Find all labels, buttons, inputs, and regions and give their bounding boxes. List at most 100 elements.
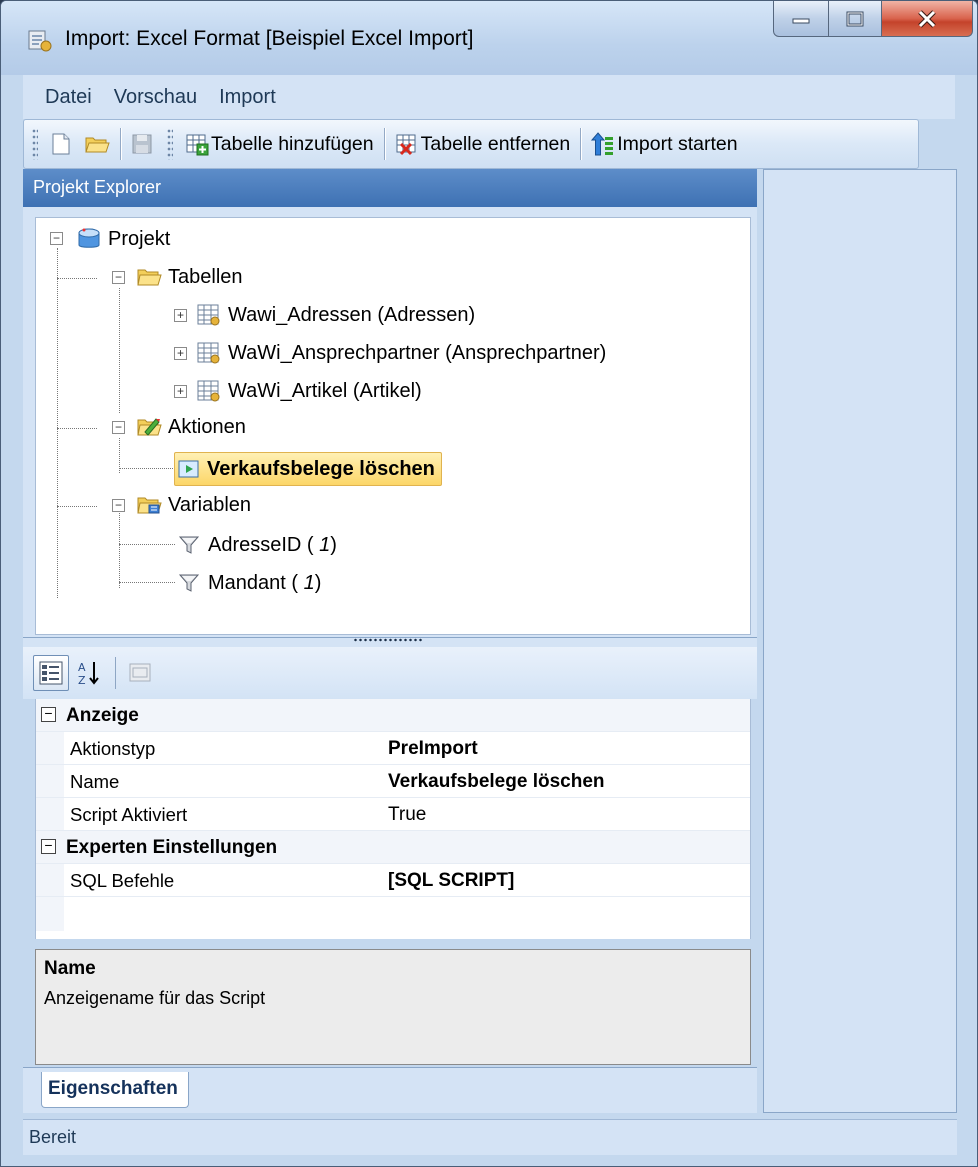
tree-label-table: WaWi_Artikel (Artikel) <box>228 379 422 402</box>
open-folder-icon <box>85 137 110 153</box>
start-import-label: Import starten <box>617 132 738 155</box>
tree-node-projekt[interactable]: Projekt <box>76 222 170 256</box>
toolbar-grip[interactable] <box>32 128 38 160</box>
import-window: Import: Excel Format [Beispiel Excel Imp… <box>0 0 978 1167</box>
expand-toggle-tabellen[interactable]: − <box>112 271 125 284</box>
import-app-icon <box>28 30 52 52</box>
variables-folder-icon <box>137 497 162 514</box>
tree-label-table: WaWi_Ansprechpartner (Ansprechpartner) <box>228 341 607 364</box>
table-icon <box>197 304 220 326</box>
property-description: Name Anzeigename für das Script <box>35 949 751 1065</box>
description-text: Anzeigename für das Script <box>44 988 266 1008</box>
expand-toggle-table[interactable]: + <box>174 347 187 360</box>
property-grid-toolbar: AZ <box>23 647 757 699</box>
tree-node-variable[interactable]: AdresseID ( 1 ) <box>178 528 337 562</box>
folder-icon <box>137 269 162 286</box>
collapse-toggle[interactable]: − <box>41 838 56 854</box>
property-value: Verkaufsbelege löschen <box>388 771 605 792</box>
tree-label-aktionen: Aktionen <box>168 415 246 438</box>
panel-tabstrip: Eigenschaften <box>23 1067 757 1113</box>
expand-toggle-variablen[interactable]: − <box>112 499 125 512</box>
property-grid: − Anzeige Aktionstyp PreImport Name Verk… <box>35 699 751 939</box>
close-button[interactable] <box>881 1 973 37</box>
maximize-button[interactable] <box>828 1 882 37</box>
menu-import[interactable]: Import <box>219 86 276 109</box>
open-button[interactable] <box>78 125 116 163</box>
tree-label-variable-value: 1 <box>303 571 315 594</box>
alphabetical-sort-button[interactable]: AZ <box>71 655 107 691</box>
database-icon <box>78 228 100 248</box>
tree-line <box>57 248 58 598</box>
tree-label-variable-name: Mandant <box>208 571 286 594</box>
tab-eigenschaften[interactable]: Eigenschaften <box>41 1072 189 1108</box>
tree-label-tabellen: Tabellen <box>168 265 243 288</box>
new-button[interactable] <box>44 125 78 163</box>
start-import-button[interactable]: Import starten <box>585 125 743 163</box>
status-bar: Bereit <box>23 1119 957 1155</box>
tree-label-variable-open: ( <box>301 533 320 556</box>
category-anzeige[interactable]: − Anzeige <box>36 699 750 732</box>
tree-line <box>119 288 120 413</box>
tree-label-variablen: Variablen <box>168 493 252 516</box>
tree-node-table[interactable]: WaWi_Artikel (Artikel) <box>196 374 422 408</box>
property-value: True <box>388 804 427 825</box>
project-tree[interactable]: − Projekt − Tabellen + Wawi_Adressen (Ad… <box>35 217 751 635</box>
tree-label-variable-open: ( <box>285 571 304 594</box>
property-row-sql-befehle[interactable]: SQL Befehle [SQL SCRIPT] <box>36 864 750 897</box>
toolbar-separator <box>383 128 385 160</box>
tree-node-variablen[interactable]: Variablen <box>136 488 251 522</box>
add-table-label: Tabelle hinzufügen <box>211 132 374 155</box>
tree-label-table: Wawi_Adressen (Adressen) <box>228 303 476 326</box>
splitter-grip <box>353 638 423 642</box>
tree-label-variable-value: 1 <box>319 533 331 556</box>
property-row-script-aktiviert[interactable]: Script Aktiviert True <box>36 798 750 831</box>
tree-node-table[interactable]: WaWi_Ansprechpartner (Ansprechpartner) <box>196 336 606 370</box>
tree-node-variable[interactable]: Mandant ( 1 ) <box>178 566 321 600</box>
filter-funnel-icon <box>178 536 200 554</box>
property-name: Name <box>70 771 120 792</box>
tree-node-table[interactable]: Wawi_Adressen (Adressen) <box>196 298 475 332</box>
horizontal-splitter[interactable] <box>23 637 757 647</box>
remove-table-button[interactable]: Tabelle entfernen <box>389 125 577 163</box>
property-value: [SQL SCRIPT] <box>388 870 515 891</box>
tree-line <box>119 544 175 545</box>
menu-datei[interactable]: Datei <box>45 86 92 109</box>
actions-folder-icon <box>137 418 162 436</box>
property-row-name[interactable]: Name Verkaufsbelege löschen <box>36 765 750 798</box>
property-row-aktionstyp[interactable]: Aktionstyp PreImport <box>36 732 750 765</box>
tree-label-action: Verkaufsbelege löschen <box>207 457 435 480</box>
tree-line <box>119 582 175 583</box>
minimize-icon <box>792 18 810 23</box>
category-label: Experten Einstellungen <box>66 837 278 858</box>
toolbar-grip-2[interactable] <box>167 128 173 160</box>
tree-node-tabellen[interactable]: Tabellen <box>136 260 243 294</box>
close-icon <box>918 9 936 28</box>
tree-label-projekt: Projekt <box>108 227 171 250</box>
project-explorer-header: Projekt Explorer <box>23 169 757 207</box>
property-name: Script Aktiviert <box>70 804 188 825</box>
title-bar: Import: Excel Format [Beispiel Excel Imp… <box>1 1 977 75</box>
category-experten-einstellungen[interactable]: − Experten Einstellungen <box>36 831 750 864</box>
minimize-button[interactable] <box>773 1 829 37</box>
expand-toggle-table[interactable]: + <box>174 309 187 322</box>
add-table-button[interactable]: Tabelle hinzufügen <box>179 125 380 163</box>
property-toolbar-separator <box>115 657 116 689</box>
remove-table-label: Tabelle entfernen <box>420 132 571 155</box>
expand-toggle-projekt[interactable]: − <box>50 232 63 245</box>
save-button[interactable] <box>125 125 159 163</box>
property-pages-icon <box>129 663 151 682</box>
tree-node-aktionen[interactable]: Aktionen <box>136 410 246 444</box>
expand-toggle-aktionen[interactable]: − <box>112 421 125 434</box>
maximize-icon <box>846 11 864 26</box>
categorized-view-button[interactable] <box>33 655 69 691</box>
menu-vorschau[interactable]: Vorschau <box>114 86 197 109</box>
expand-toggle-table[interactable]: + <box>174 385 187 398</box>
property-pages-button[interactable] <box>122 655 158 691</box>
toolbar-separator <box>580 128 582 160</box>
tree-label-variable-name: AdresseID <box>208 533 302 556</box>
collapse-toggle[interactable]: − <box>41 706 56 722</box>
tree-node-action-selected[interactable]: Verkaufsbelege löschen <box>174 452 442 486</box>
table-icon <box>197 380 220 402</box>
property-name: SQL Befehle <box>70 870 175 891</box>
tree-label-variable-close: ) <box>314 571 322 594</box>
